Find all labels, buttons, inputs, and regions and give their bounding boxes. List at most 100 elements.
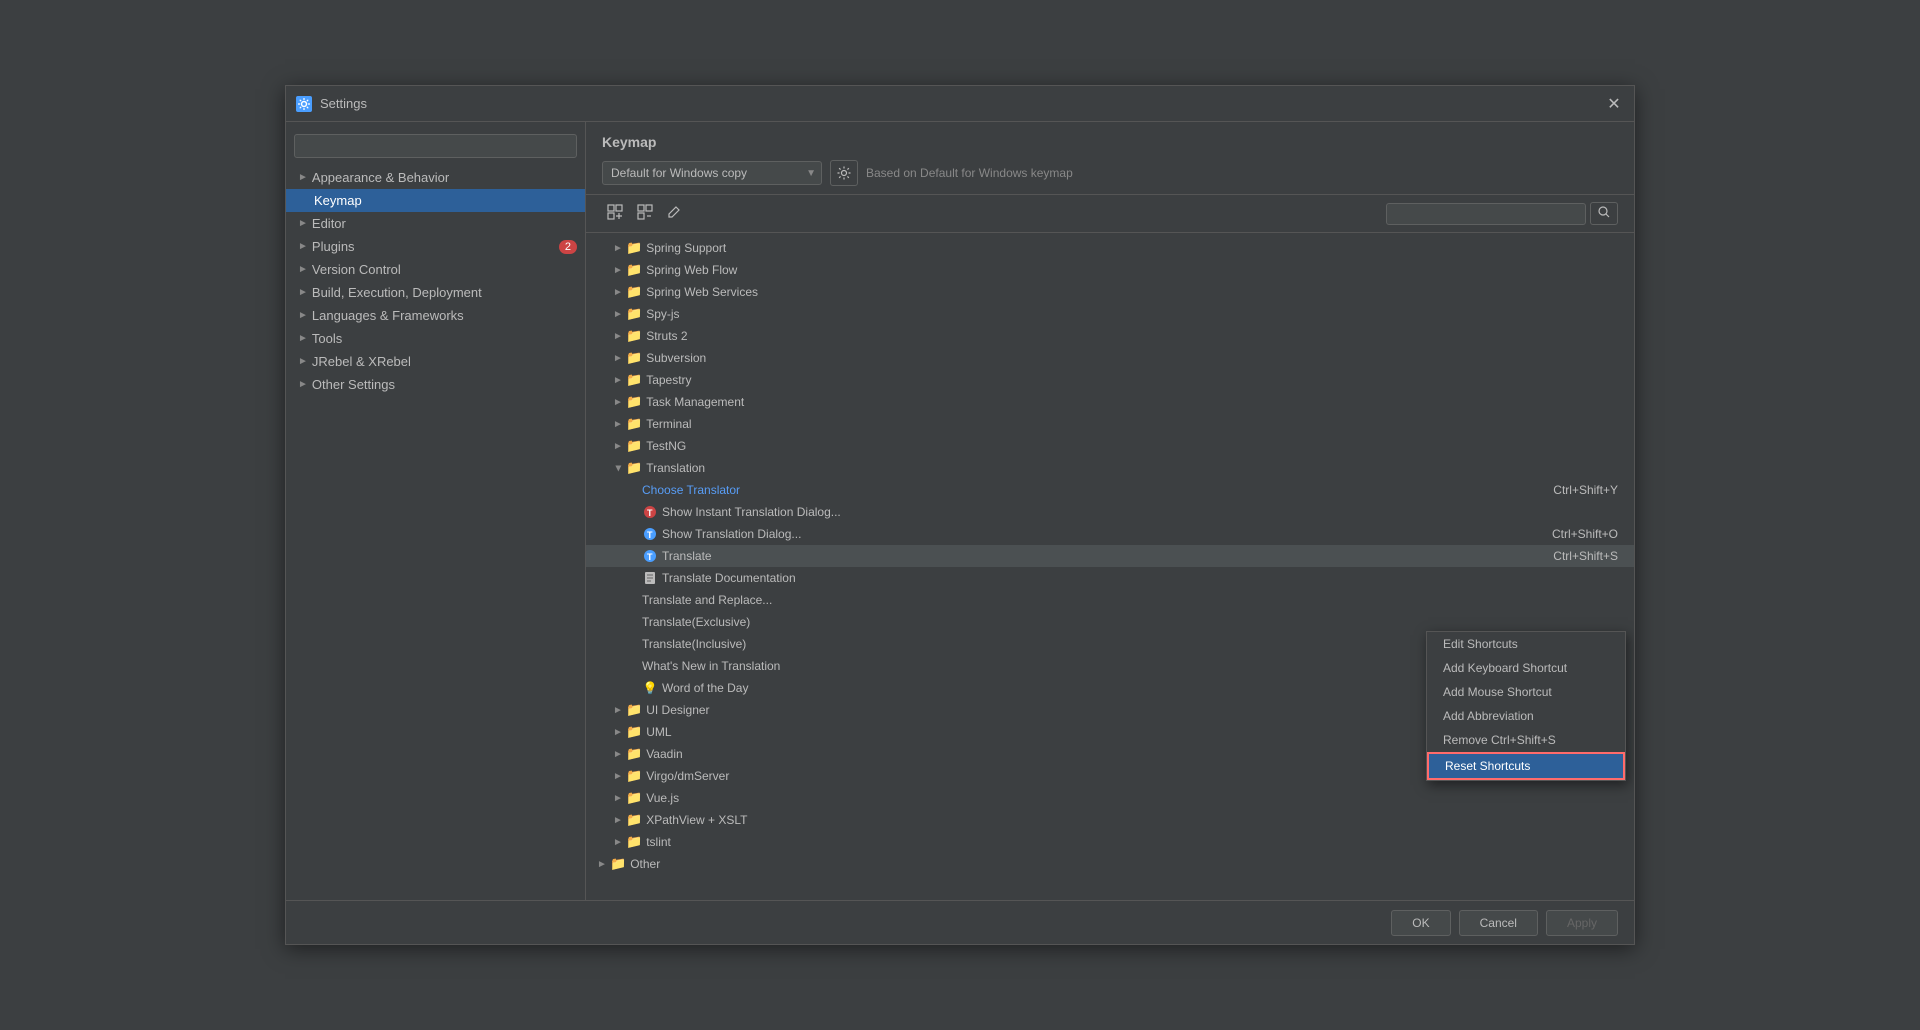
main-content: Keymap Default for Windows copy ▼ xyxy=(586,122,1634,900)
sidebar-item-languages[interactable]: ► Languages & Frameworks xyxy=(286,304,585,327)
chevron-icon: ► xyxy=(610,815,626,826)
shortcut-search-input[interactable] xyxy=(1386,203,1586,225)
tree-item-translate-exclusive[interactable]: ► Translate(Exclusive) xyxy=(586,611,1634,633)
tree-item-label: Terminal xyxy=(646,417,1626,431)
tree-item-label: Spy-js xyxy=(646,307,1626,321)
sidebar-item-label: JRebel & XRebel xyxy=(312,354,411,369)
tree-item-testng[interactable]: ► 📁 TestNG xyxy=(586,435,1634,457)
folder-icon: 📁 xyxy=(626,350,642,366)
sidebar-item-other-settings[interactable]: ► Other Settings xyxy=(286,373,585,396)
sidebar-item-label: Appearance & Behavior xyxy=(312,170,449,185)
sidebar-item-vcs[interactable]: ► Version Control xyxy=(286,258,585,281)
svg-text:T: T xyxy=(647,552,653,562)
tree-item-show-translation-dialog[interactable]: ► T Show Translation Dialog... Ctrl+Shif… xyxy=(586,523,1634,545)
sidebar-item-tools[interactable]: ► Tools xyxy=(286,327,585,350)
context-menu-item-add-abbreviation[interactable]: Add Abbreviation xyxy=(1427,704,1625,728)
tree-item-spy-js[interactable]: ► 📁 Spy-js xyxy=(586,303,1634,325)
tree-item-task-management[interactable]: ► 📁 Task Management xyxy=(586,391,1634,413)
chevron-icon: ► xyxy=(298,241,308,252)
tree-item-struts2[interactable]: ► 📁 Struts 2 xyxy=(586,325,1634,347)
sidebar-item-label: Build, Execution, Deployment xyxy=(312,285,482,300)
apply-button[interactable]: Apply xyxy=(1546,910,1618,936)
tree-item-label: Choose Translator xyxy=(642,483,1553,497)
tree-item-spring-support[interactable]: ► 📁 Spring Support xyxy=(586,237,1634,259)
tree-item-label: Spring Web Services xyxy=(646,285,1626,299)
keymap-select-wrapper: Default for Windows copy ▼ xyxy=(602,161,822,185)
folder-icon: 📁 xyxy=(626,306,642,322)
folder-icon: 📁 xyxy=(626,394,642,410)
dialog-footer: OK Cancel Apply xyxy=(286,900,1634,944)
context-menu-item-remove-shortcut[interactable]: Remove Ctrl+Shift+S xyxy=(1427,728,1625,752)
chevron-icon: ► xyxy=(610,287,626,298)
chevron-icon: ► xyxy=(610,353,626,364)
folder-icon: 📁 xyxy=(626,372,642,388)
action-icon: 💡 xyxy=(642,680,658,696)
keymap-toolbar xyxy=(586,195,1634,233)
context-menu-item-add-keyboard[interactable]: Add Keyboard Shortcut xyxy=(1427,656,1625,680)
content-title: Keymap xyxy=(602,134,1618,150)
sidebar-search-input[interactable] xyxy=(294,134,577,158)
context-menu-item-reset-shortcuts[interactable]: Reset Shortcuts xyxy=(1427,752,1625,780)
folder-icon: 📁 xyxy=(626,702,642,718)
tree-item-tapestry[interactable]: ► 📁 Tapestry xyxy=(586,369,1634,391)
shortcut-label: Ctrl+Shift+O xyxy=(1552,527,1618,541)
ok-button[interactable]: OK xyxy=(1391,910,1450,936)
tree-item-vuejs[interactable]: ► 📁 Vue.js xyxy=(586,787,1634,809)
shortcut-label: Ctrl+Shift+Y xyxy=(1553,483,1618,497)
edit-shortcut-button[interactable] xyxy=(662,201,686,226)
folder-icon: 📁 xyxy=(626,438,642,454)
tree-item-translate-doc[interactable]: ► Translate Documentation xyxy=(586,567,1634,589)
toolbar-search xyxy=(1386,202,1618,225)
tree-item-translate[interactable]: ► T Translate Ctrl+Shift+S xyxy=(586,545,1634,567)
tree-item-spring-web-services[interactable]: ► 📁 Spring Web Services xyxy=(586,281,1634,303)
chevron-icon: ► xyxy=(610,793,626,804)
tree-item-translation[interactable]: ► 📁 Translation xyxy=(586,457,1634,479)
expand-all-button[interactable] xyxy=(602,201,628,226)
folder-icon: 📁 xyxy=(626,812,642,828)
search-shortcut-button[interactable] xyxy=(1590,202,1618,225)
action-icon xyxy=(642,570,658,586)
cancel-button[interactable]: Cancel xyxy=(1459,910,1538,936)
chevron-icon: ► xyxy=(298,218,308,229)
folder-icon: 📁 xyxy=(626,768,642,784)
tree-item-label: Translate xyxy=(662,549,1553,563)
sidebar-item-jrebel[interactable]: ► JRebel & XRebel xyxy=(286,350,585,373)
sidebar-item-build[interactable]: ► Build, Execution, Deployment xyxy=(286,281,585,304)
tree-item-subversion[interactable]: ► 📁 Subversion xyxy=(586,347,1634,369)
context-menu-item-edit-shortcuts[interactable]: Edit Shortcuts xyxy=(1427,632,1625,656)
dialog-title: Settings xyxy=(320,96,367,111)
folder-icon: 📁 xyxy=(626,284,642,300)
sidebar-item-label: Plugins xyxy=(312,239,355,254)
sidebar-item-label: Other Settings xyxy=(312,377,395,392)
folder-icon: 📁 xyxy=(626,240,642,256)
tree-item-terminal[interactable]: ► 📁 Terminal xyxy=(586,413,1634,435)
sidebar-item-editor[interactable]: ► Editor xyxy=(286,212,585,235)
collapse-all-button[interactable] xyxy=(632,201,658,226)
chevron-icon: ► xyxy=(298,310,308,321)
tree-item-translate-replace[interactable]: ► Translate and Replace... xyxy=(586,589,1634,611)
folder-icon: 📁 xyxy=(626,724,642,740)
tree-item-tslint[interactable]: ► 📁 tslint xyxy=(586,831,1634,853)
chevron-icon: ► xyxy=(298,264,308,275)
chevron-icon: ► xyxy=(610,419,626,430)
tree-item-spring-web-flow[interactable]: ► 📁 Spring Web Flow xyxy=(586,259,1634,281)
sidebar-item-keymap[interactable]: Keymap xyxy=(286,189,585,212)
folder-icon: 📁 xyxy=(626,328,642,344)
shortcut-label: Ctrl+Shift+S xyxy=(1553,549,1618,563)
gear-button[interactable] xyxy=(830,160,858,186)
dialog-close-button[interactable]: ✕ xyxy=(1604,94,1624,114)
tree-item-show-instant-translation[interactable]: ► T Show Instant Translation Dialog... xyxy=(586,501,1634,523)
tree-item-other[interactable]: ► 📁 Other xyxy=(586,853,1634,875)
tree-item-label: Show Instant Translation Dialog... xyxy=(662,505,1626,519)
folder-icon: 📁 xyxy=(610,856,626,872)
tree-item-choose-translator[interactable]: ► Choose Translator Ctrl+Shift+Y xyxy=(586,479,1634,501)
chevron-icon: ► xyxy=(610,375,626,386)
sidebar-item-appearance[interactable]: ► Appearance & Behavior xyxy=(286,166,585,189)
sidebar-item-plugins[interactable]: ► Plugins 2 xyxy=(286,235,585,258)
context-menu-item-add-mouse[interactable]: Add Mouse Shortcut xyxy=(1427,680,1625,704)
tree-item-xpathview[interactable]: ► 📁 XPathView + XSLT xyxy=(586,809,1634,831)
keymap-select[interactable]: Default for Windows copy xyxy=(602,161,822,185)
tree-item-label: Vue.js xyxy=(646,791,1626,805)
dialog-titlebar: Settings ✕ xyxy=(286,86,1634,122)
chevron-icon: ► xyxy=(610,397,626,408)
